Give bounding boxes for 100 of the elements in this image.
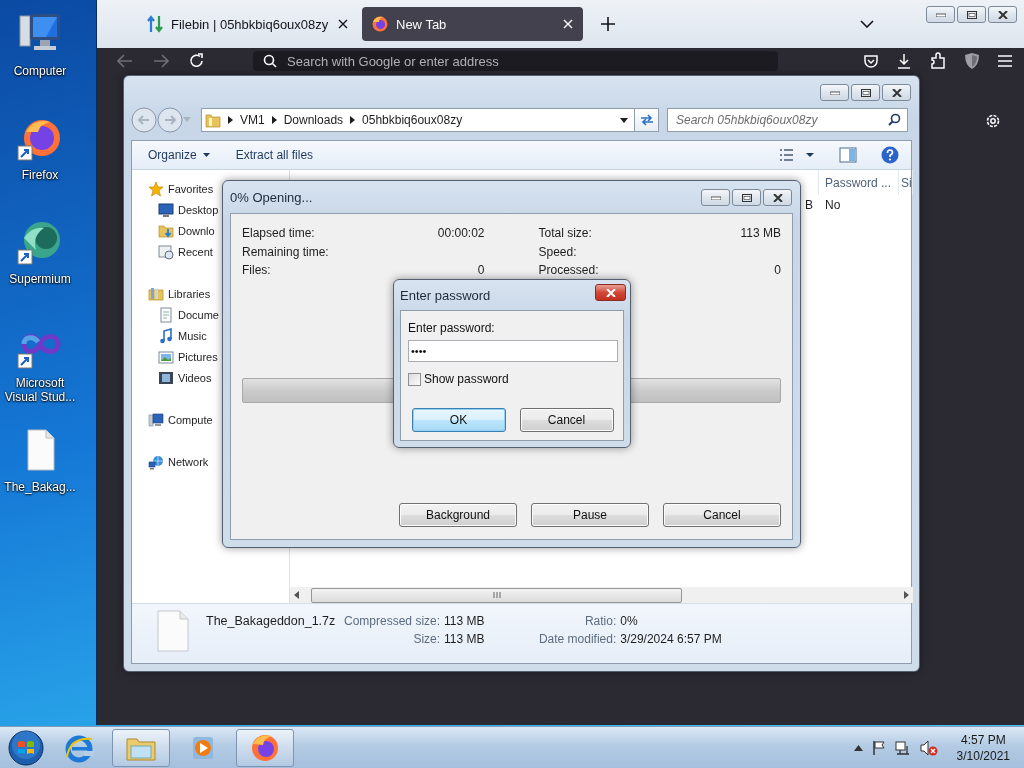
close-button[interactable] [763,189,792,206]
settings-button[interactable] [984,112,1002,130]
address-bar[interactable]: Search with Google or enter address [253,51,778,71]
stat-label: Processed: [538,263,599,278]
close-button[interactable] [882,84,911,101]
horizontal-scrollbar[interactable] [290,587,913,603]
minimize-icon [935,12,946,17]
desktop-icon-label[interactable]: The_Bakag... [1,480,79,494]
column-header[interactable]: Password ... [819,170,899,195]
desktop-icon-label[interactable]: Supermium [1,272,79,286]
muted-speaker-icon[interactable] [919,739,938,756]
close-icon [605,288,616,297]
pocket-button[interactable] [863,53,879,69]
film-icon [158,369,174,386]
computer-icon [148,411,164,428]
start-button[interactable] [6,727,46,768]
date-text: 3/10/2021 [956,747,1010,764]
new-tab-button[interactable] [601,17,615,31]
stat-label: Remaining time: [242,244,329,259]
detail-value: 113 MB [444,632,486,646]
scroll-right-icon[interactable] [903,591,909,599]
window-title: Enter password [400,287,491,303]
shield-button[interactable] [964,52,980,70]
reload-button[interactable] [189,53,205,69]
breadcrumb-item[interactable]: 05hbkbiq6oux08zy [362,113,463,127]
dialog-button[interactable]: Background [399,503,517,527]
forward-button[interactable] [153,54,169,68]
extensions-button[interactable] [929,52,947,70]
firefox-icon [250,732,280,763]
folder-icon [158,222,174,239]
detail-value: 113 MB [444,614,486,628]
stat-value: 0 [477,263,485,278]
view-options-button[interactable] [779,148,815,162]
dialog-button[interactable]: Cancel [663,503,781,527]
browser-tab[interactable]: New Tab [362,7,583,41]
back-button[interactable] [117,54,133,68]
tab-list-button[interactable] [860,20,874,28]
maximize-button[interactable] [732,189,761,206]
stat-label: Files: [242,263,271,278]
browser-tab[interactable]: Filebin | 05hbkbiq6oux08zy [137,7,358,41]
menu-button[interactable] [997,54,1013,68]
maximize-button[interactable] [957,6,986,23]
desktop-icon-label[interactable]: Computer [1,64,79,78]
downloads-button[interactable] [896,53,912,69]
time-text: 4:57 PM [960,731,1006,748]
clock[interactable]: 4:57 PM 3/10/2021 [956,731,1010,764]
taskbar-button[interactable] [112,728,170,767]
address-bar[interactable]: VM1 Downloads 05hbkbiq6oux08zy [201,108,635,132]
table-cell-text: No [824,197,842,214]
maximize-icon [741,193,752,202]
breadcrumb-item[interactable]: VM1 [240,113,265,127]
minimize-icon [710,195,721,200]
document-icon [158,306,174,323]
close-icon [891,88,902,97]
refresh-button[interactable] [635,108,659,132]
stat-value: 0 [774,263,781,278]
dropdown-icon[interactable] [620,117,628,123]
stat-label: Speed: [538,244,577,259]
password-field[interactable]: •••• [408,340,618,362]
dialog-button[interactable]: OK [411,408,506,432]
help-button[interactable] [881,146,899,164]
taskbar-button[interactable] [236,728,294,767]
music-note-icon [158,327,174,344]
maximize-icon [966,10,977,19]
network-icon[interactable] [894,739,911,756]
desktop-icon-label[interactable]: Microsoft Visual Stud... [1,376,79,404]
dialog-button[interactable]: Cancel [519,408,614,432]
scroll-left-icon[interactable] [294,591,299,599]
minimize-icon [829,90,840,95]
desktop-icon-label[interactable]: Firefox [1,168,79,182]
chevron-icon [228,116,233,124]
maximize-icon [860,88,871,97]
field-label: Enter password: [408,321,496,335]
window-title: 0% Opening... [230,189,313,205]
close-button[interactable] [988,6,1017,23]
close-button[interactable] [595,284,626,301]
breadcrumb-item[interactable]: Downloads [283,113,344,127]
search-icon [263,54,277,68]
chevron-up-icon[interactable] [853,744,863,751]
star-icon [148,180,164,197]
toolbar-button[interactable]: Organize [140,146,218,164]
firefox-icon [372,16,388,32]
checkbox[interactable] [408,372,421,386]
search-field[interactable]: Search 05hbkbiq6oux08zy [667,108,908,132]
stat-value: 113 MB [740,226,781,241]
dialog-button[interactable]: Pause [531,503,649,527]
stat-label: Total size: [538,226,592,241]
toolbar-button[interactable]: Extract all files [227,146,322,164]
detail-label: Ratio: [583,614,617,628]
library-icon [148,285,164,302]
close-icon [772,193,783,202]
column-header[interactable]: Si [899,170,913,195]
show-password-checkbox[interactable]: Show password [408,372,617,386]
tab-close-button[interactable] [338,19,348,29]
maximize-button[interactable] [851,84,880,101]
caret-icon [202,153,210,157]
flag-icon[interactable] [871,740,886,755]
pictures-icon [158,348,174,365]
search-icon [888,113,901,126]
scroll-thumb[interactable] [311,587,682,603]
